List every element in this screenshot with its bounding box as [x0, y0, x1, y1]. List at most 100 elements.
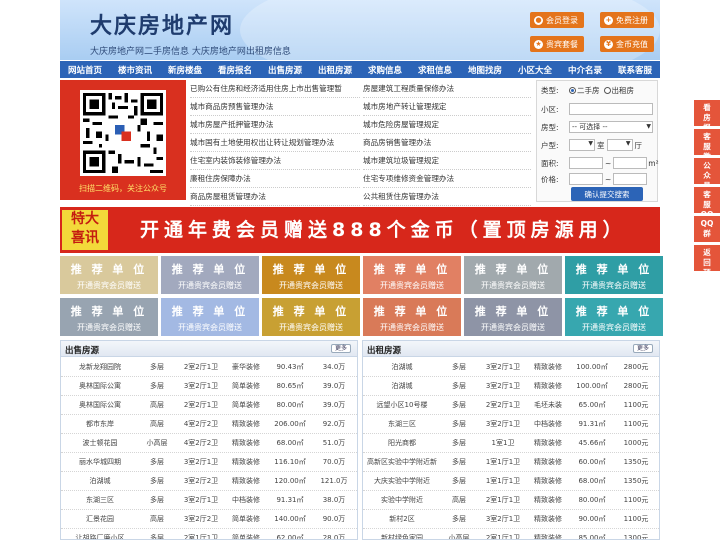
policy-link[interactable]: 房屋建筑工程质量保修办法: [363, 80, 531, 98]
cell-community[interactable]: 泊湖城: [365, 358, 439, 377]
policy-link[interactable]: 城市商品房预售管理办法: [190, 98, 360, 116]
policy-link[interactable]: 住宅专项维修资金管理办法: [363, 170, 531, 188]
area-min-input[interactable]: [569, 157, 603, 169]
listing-row[interactable]: 东湖三区 多层 3室2厅1卫 中档装修 91.31㎡ 38.0万: [61, 491, 357, 510]
cell-community[interactable]: 奥林国际公寓: [63, 396, 137, 415]
nav-viewing-signup[interactable]: 看房报名: [210, 61, 260, 78]
listing-row[interactable]: 奥林国际公寓 高层 2室2厅1卫 简单装修 80.00㎡ 39.0万: [61, 396, 357, 415]
cell-community[interactable]: 东湖三区: [63, 491, 137, 510]
policy-link[interactable]: 商品房销售管理办法: [363, 134, 531, 152]
side-viewing-signup[interactable]: 看房报名: [694, 100, 720, 142]
listing-row[interactable]: 大庆实验中学附近 多层 1室1厅1卫 精致装修 68.00㎡ 1350元: [363, 472, 659, 491]
recommended-tile[interactable]: 推 荐 单 位开通贵宾会员赠送: [60, 298, 158, 336]
side-support-wechat[interactable]: 客服微信: [694, 129, 720, 171]
register-button[interactable]: + 免费注册: [600, 12, 654, 28]
policy-link[interactable]: 城市房地产转让管理规定: [363, 98, 531, 116]
listing-row[interactable]: 龙新龙翔园院 多层 2室2厅1卫 豪华装修 90.43㎡ 34.0万: [61, 358, 357, 377]
side-support-qq[interactable]: 客服QQ号: [694, 187, 720, 229]
policy-link[interactable]: 城市危险房屋管理规定: [363, 116, 531, 134]
hall-select[interactable]: ▼: [606, 139, 633, 151]
recommended-tile[interactable]: 推 荐 单 位开通贵宾会员赠送: [262, 298, 360, 336]
nav-support[interactable]: 联系客服: [610, 61, 660, 78]
rent-more-button[interactable]: 更多: [633, 344, 653, 353]
nav-new-homes[interactable]: 新房楼盘: [160, 61, 210, 78]
policy-link[interactable]: 廉租住房保障办法: [190, 170, 360, 188]
policy-link[interactable]: 已购公有住房和经济适用住房上市出售管理暂: [190, 80, 360, 98]
side-back-to-top[interactable]: 返回顶部: [694, 245, 720, 287]
cell-community[interactable]: 新村2区: [365, 510, 439, 529]
listing-row[interactable]: 波士顿花园 小高层 4室2厅2卫 精致装修 68.00㎡ 51.0万: [61, 434, 357, 453]
nav-agencies[interactable]: 中介名录: [560, 61, 610, 78]
house-type-select[interactable]: -- 可选择 -- ▼: [569, 121, 653, 133]
nav-communities[interactable]: 小区大全: [510, 61, 560, 78]
listing-row[interactable]: 都市东岸 高层 4室2厅2卫 精致装修 206.00㎡ 92.0万: [61, 415, 357, 434]
cell-community[interactable]: 汇景花园: [63, 510, 137, 529]
login-button[interactable]: ● 会员登录: [530, 12, 584, 28]
vip-package-button[interactable]: ★ 贵宾套餐: [530, 36, 584, 52]
radio-rent[interactable]: 出租房: [603, 85, 634, 96]
room-select[interactable]: ▼: [569, 139, 595, 151]
cell-community[interactable]: 奥林国际公寓: [63, 377, 137, 396]
nav-map[interactable]: 地图找房: [460, 61, 510, 78]
cell-community[interactable]: 泊湖城: [365, 377, 439, 396]
radio-sale[interactable]: 二手房: [569, 85, 600, 96]
price-max-input[interactable]: [613, 173, 648, 185]
side-official-account[interactable]: 公众号: [694, 158, 720, 190]
search-submit-button[interactable]: 确认提交搜索: [571, 187, 643, 201]
cell-community[interactable]: 阳光商都: [365, 434, 439, 453]
policy-link[interactable]: 城市建筑垃圾管理规定: [363, 152, 531, 170]
cell-community[interactable]: 波士顿花园: [63, 434, 137, 453]
nav-buy-requests[interactable]: 求购信息: [360, 61, 410, 78]
recommended-tile[interactable]: 推 荐 单 位开通贵宾会员赠送: [262, 256, 360, 294]
listing-row[interactable]: 泊湖城 多层 3室2厅2卫 精致装修 120.00㎡ 121.0万: [61, 472, 357, 491]
recommended-tile[interactable]: 推 荐 单 位开通贵宾会员赠送: [161, 256, 259, 294]
policy-link[interactable]: 城市房屋产抵押管理办法: [190, 116, 360, 134]
listing-row[interactable]: 新村绿色家园 小高层 2室1厅1卫 精致装修 85.00㎡ 1300元: [363, 529, 659, 539]
promo-banner[interactable]: 特大 喜讯 开通年费会员赠送888个金币（置顶房源用）: [60, 207, 660, 253]
cell-community[interactable]: 泊湖城: [63, 472, 137, 491]
cell-community[interactable]: 东湖三区: [365, 415, 439, 434]
nav-home[interactable]: 网站首页: [60, 61, 110, 78]
cell-community[interactable]: 都市东岸: [63, 415, 137, 434]
coin-recharge-button[interactable]: ¥ 金币充值: [600, 36, 654, 52]
cell-community[interactable]: 龙新龙翔园院: [63, 358, 137, 377]
nav-sale[interactable]: 出售房源: [260, 61, 310, 78]
recommended-tile[interactable]: 推 荐 单 位开通贵宾会员赠送: [565, 256, 663, 294]
listing-row[interactable]: 泊湖城 多层 3室2厅1卫 精致装修 100.00㎡ 2800元: [363, 358, 659, 377]
listing-row[interactable]: 让胡路厂廉小区 多层 2室1厅1卫 简单装修 62.00㎡ 28.0万: [61, 529, 357, 539]
nav-news[interactable]: 楼市资讯: [110, 61, 160, 78]
cell-community[interactable]: 远望小区10号楼: [365, 396, 439, 415]
recommended-tile[interactable]: 推 荐 单 位开通贵宾会员赠送: [363, 256, 461, 294]
nav-rent-requests[interactable]: 求租信息: [410, 61, 460, 78]
cell-community[interactable]: 大庆实验中学附近: [365, 472, 439, 491]
policy-link[interactable]: 商品房屋租赁管理办法: [190, 188, 360, 206]
cell-community[interactable]: 让胡路厂廉小区: [63, 529, 137, 539]
recommended-tile[interactable]: 推 荐 单 位开通贵宾会员赠送: [363, 298, 461, 336]
listing-row[interactable]: 阳光商都 多层 1室1卫 精致装修 45.66㎡ 1000元: [363, 434, 659, 453]
site-title[interactable]: 大庆房地产网: [90, 8, 234, 40]
listing-row[interactable]: 高新区实验中学附近新 多层 1室1厅1卫 精致装修 60.00㎡ 1350元: [363, 453, 659, 472]
listing-row[interactable]: 泊湖城 多层 3室2厅1卫 精致装修 100.00㎡ 2800元: [363, 377, 659, 396]
listing-row[interactable]: 丽水华城四期 多层 3室2厅1卫 精致装修 116.10㎡ 70.0万: [61, 453, 357, 472]
cell-community[interactable]: 实验中学附近: [365, 491, 439, 510]
area-max-input[interactable]: [613, 157, 648, 169]
side-qq-group[interactable]: QQ群: [694, 216, 720, 242]
recommended-tile[interactable]: 推 荐 单 位开通贵宾会员赠送: [161, 298, 259, 336]
cell-community[interactable]: 新村绿色家园: [365, 529, 439, 539]
listing-row[interactable]: 远望小区10号楼 多层 2室2厅1卫 毛坯未装 65.00㎡ 1100元: [363, 396, 659, 415]
listing-row[interactable]: 奥林国际公寓 多层 3室2厅1卫 简单装修 80.65㎡ 39.0万: [61, 377, 357, 396]
recommended-tile[interactable]: 推 荐 单 位开通贵宾会员赠送: [60, 256, 158, 294]
price-min-input[interactable]: [569, 173, 603, 185]
listing-row[interactable]: 实验中学附近 高层 2室1厅1卫 精致装修 80.00㎡ 1100元: [363, 491, 659, 510]
nav-rent[interactable]: 出租房源: [310, 61, 360, 78]
sale-more-button[interactable]: 更多: [331, 344, 351, 353]
recommended-tile[interactable]: 推 荐 单 位开通贵宾会员赠送: [565, 298, 663, 336]
recommended-tile[interactable]: 推 荐 单 位开通贵宾会员赠送: [464, 256, 562, 294]
cell-community[interactable]: 丽水华城四期: [63, 453, 137, 472]
policy-link[interactable]: 公共租赁住房管理办法: [363, 188, 531, 206]
policy-link[interactable]: 城市国有土地使用权出让转让规划管理办法: [190, 134, 360, 152]
cell-community[interactable]: 高新区实验中学附近新: [365, 453, 439, 472]
recommended-tile[interactable]: 推 荐 单 位开通贵宾会员赠送: [464, 298, 562, 336]
listing-row[interactable]: 东湖三区 多层 3室2厅1卫 中档装修 91.31㎡ 1100元: [363, 415, 659, 434]
listing-row[interactable]: 新村2区 多层 3室2厅1卫 精致装修 90.00㎡ 1100元: [363, 510, 659, 529]
